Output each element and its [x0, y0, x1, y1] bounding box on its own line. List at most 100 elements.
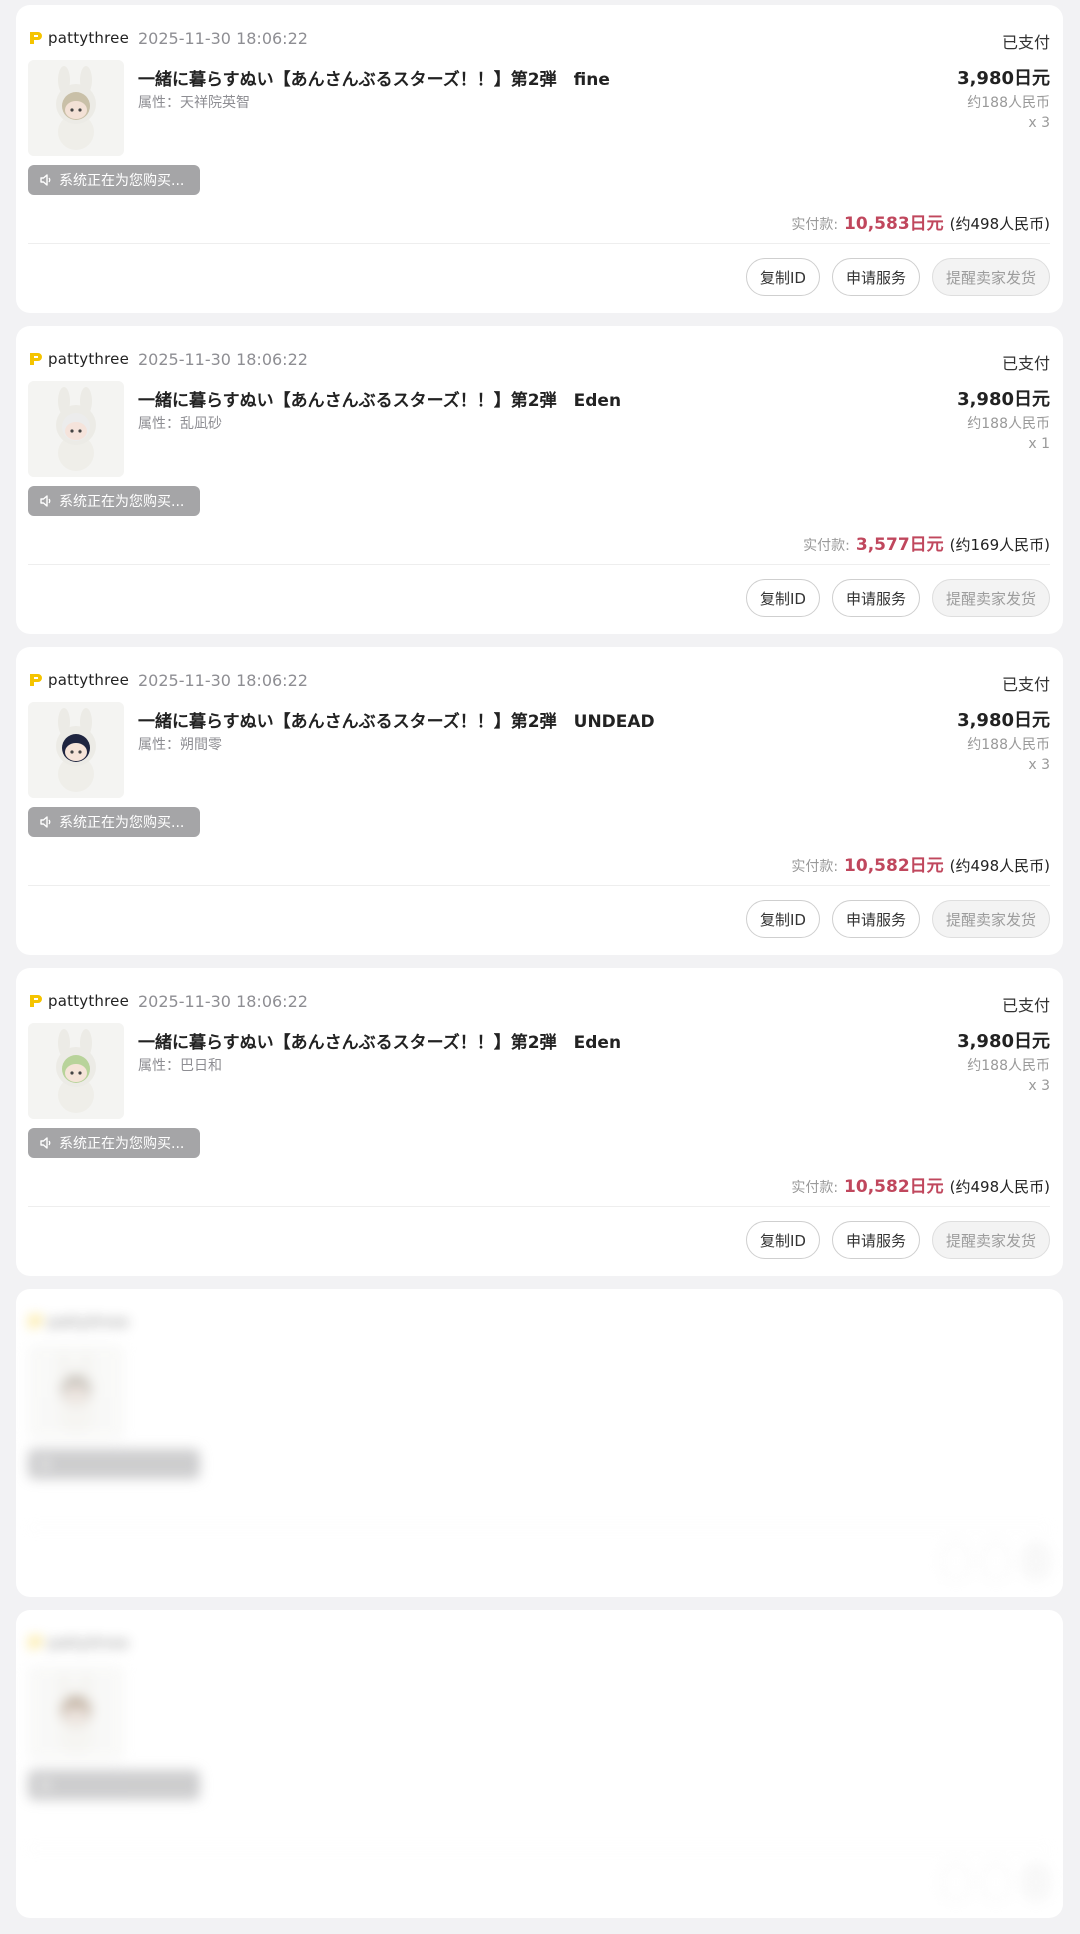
copy-id-button[interactable] — [942, 1542, 970, 1580]
order-card: pattythree 2025-11-30 18:06:22 已支付 一緒に暮ら… — [16, 647, 1063, 955]
plush-image — [28, 1344, 124, 1440]
order-card: pattythree 2025-11-30 18:06:22 已支付 一緒に暮ら… — [16, 326, 1063, 634]
remind-seller-button[interactable] — [1022, 1542, 1050, 1580]
shop-name: pattythree — [48, 29, 130, 47]
shop-name: pattythree — [48, 350, 130, 368]
divider — [28, 243, 1050, 244]
copy-id-button[interactable] — [942, 1863, 970, 1901]
shop-header[interactable]: pattythree — [28, 1634, 129, 1652]
apply-service-button[interactable] — [982, 1863, 1010, 1901]
apply-service-button[interactable]: 申请服务 — [831, 258, 920, 296]
buying-status-text: 系统正在为您购买... — [59, 815, 185, 831]
paid-label: 实付款: — [791, 859, 839, 875]
copy-id-button[interactable]: 复制ID — [745, 900, 820, 938]
shop-header[interactable]: pattythree — [28, 1313, 129, 1331]
paid-amount-cny: (约498人民币) — [949, 1178, 1050, 1196]
remind-seller-button[interactable]: 提醒卖家发货 — [931, 579, 1050, 617]
product-attribute: 属性：巴日和 — [138, 1058, 222, 1074]
unit-price-cny: 约188人民币 — [967, 416, 1050, 432]
paid-row: 实付款: 10,582日元 (约498人民币) — [791, 851, 1050, 876]
copy-id-button[interactable]: 复制ID — [745, 258, 820, 296]
speaker-icon — [39, 173, 53, 187]
quantity: x 3 — [1028, 1078, 1050, 1094]
copy-id-button[interactable]: 复制ID — [745, 1221, 820, 1259]
paid-label: 实付款: — [791, 1180, 839, 1196]
shop-name: pattythree — [48, 1313, 130, 1331]
product-thumbnail[interactable] — [28, 1344, 124, 1440]
plush-image — [28, 381, 124, 477]
plush-image — [28, 1023, 124, 1119]
product-thumbnail[interactable] — [28, 60, 124, 156]
quantity: x 3 — [1028, 115, 1050, 131]
action-buttons — [930, 1863, 1050, 1901]
speaker-icon — [39, 1136, 53, 1150]
product-attribute: 属性：乱凪砂 — [138, 416, 222, 432]
order-time: 2025-11-30 18:06:22 — [138, 29, 308, 48]
product-attribute: 属性：朔間零 — [138, 737, 222, 753]
paid-amount: 10,583日元 — [844, 214, 944, 234]
unit-price: 3,980日元 — [957, 710, 1050, 731]
buying-status-badge — [28, 1770, 200, 1800]
action-buttons: 复制ID 申请服务 提醒卖家发货 — [734, 579, 1050, 617]
paid-row: 实付款: 10,582日元 (约498人民币) — [791, 1172, 1050, 1197]
unit-price-cny: 约188人民币 — [967, 95, 1050, 111]
order-time: 2025-11-30 18:06:22 — [138, 992, 308, 1011]
action-buttons: 复制ID 申请服务 提醒卖家发货 — [734, 900, 1050, 938]
product-title[interactable]: 一緒に暮らすぬい【あんさんぶるスターズ！！】第2弾 Eden — [138, 386, 621, 411]
order-time: 2025-11-30 18:06:22 — [138, 671, 308, 690]
order-card: pattythree — [16, 1610, 1063, 1918]
plush-image — [28, 60, 124, 156]
paid-amount-cny: (约498人民币) — [949, 857, 1050, 875]
order-status: 已支付 — [1001, 996, 1050, 1015]
pattythree-logo-icon — [28, 673, 44, 687]
buying-status-text: 系统正在为您购买... — [59, 173, 185, 189]
divider — [28, 885, 1050, 886]
product-thumbnail[interactable] — [28, 702, 124, 798]
quantity: x 3 — [1028, 757, 1050, 773]
product-thumbnail[interactable] — [28, 381, 124, 477]
unit-price: 3,980日元 — [957, 389, 1050, 410]
speaker-icon — [39, 494, 53, 508]
divider — [28, 1848, 1050, 1849]
buying-status-badge: 系统正在为您购买... — [28, 1128, 200, 1158]
buying-status-badge: 系统正在为您购买... — [28, 165, 200, 195]
unit-price-cny: 约188人民币 — [967, 737, 1050, 753]
pattythree-logo-icon — [28, 31, 44, 45]
remind-seller-button[interactable]: 提醒卖家发货 — [931, 258, 1050, 296]
paid-amount: 10,582日元 — [844, 1177, 944, 1197]
paid-row: 实付款: 10,583日元 (约498人民币) — [791, 209, 1050, 234]
apply-service-button[interactable]: 申请服务 — [831, 1221, 920, 1259]
remind-seller-button[interactable]: 提醒卖家发货 — [931, 1221, 1050, 1259]
shop-name: pattythree — [48, 992, 130, 1010]
product-title[interactable]: 一緒に暮らすぬい【あんさんぶるスターズ！！】第2弾 UNDEAD — [138, 707, 655, 732]
remind-seller-button[interactable]: 提醒卖家发货 — [931, 900, 1050, 938]
paid-amount: 3,577日元 — [855, 535, 944, 555]
action-buttons: 复制ID 申请服务 提醒卖家发货 — [734, 258, 1050, 296]
product-title[interactable]: 一緒に暮らすぬい【あんさんぶるスターズ！！】第2弾 fine — [138, 65, 610, 90]
paid-label: 实付款: — [791, 217, 839, 233]
order-time: 2025-11-30 18:06:22 — [138, 350, 308, 369]
copy-id-button[interactable]: 复制ID — [745, 579, 820, 617]
order-status: 已支付 — [1001, 354, 1050, 373]
shop-header[interactable]: pattythree — [28, 671, 129, 689]
plush-image — [28, 702, 124, 798]
product-thumbnail[interactable] — [28, 1665, 124, 1761]
remind-seller-button[interactable] — [1022, 1863, 1050, 1901]
divider — [28, 564, 1050, 565]
product-attribute: 属性：天祥院英智 — [138, 95, 250, 111]
product-thumbnail[interactable] — [28, 1023, 124, 1119]
order-status: 已支付 — [1001, 675, 1050, 694]
paid-amount: 10,582日元 — [844, 856, 944, 876]
apply-service-button[interactable]: 申请服务 — [831, 900, 920, 938]
shop-header[interactable]: pattythree — [28, 350, 129, 368]
unit-price-cny: 约188人民币 — [967, 1058, 1050, 1074]
quantity: x 1 — [1028, 436, 1050, 452]
divider — [28, 1527, 1050, 1528]
order-list: pattythree 2025-11-30 18:06:22 已支付 一緒に暮ら… — [0, 0, 1080, 1934]
apply-service-button[interactable] — [982, 1542, 1010, 1580]
shop-header[interactable]: pattythree — [28, 29, 129, 47]
buying-status-badge: 系统正在为您购买... — [28, 486, 200, 516]
product-title[interactable]: 一緒に暮らすぬい【あんさんぶるスターズ！！】第2弾 Eden — [138, 1028, 621, 1053]
apply-service-button[interactable]: 申请服务 — [831, 579, 920, 617]
shop-header[interactable]: pattythree — [28, 992, 129, 1010]
